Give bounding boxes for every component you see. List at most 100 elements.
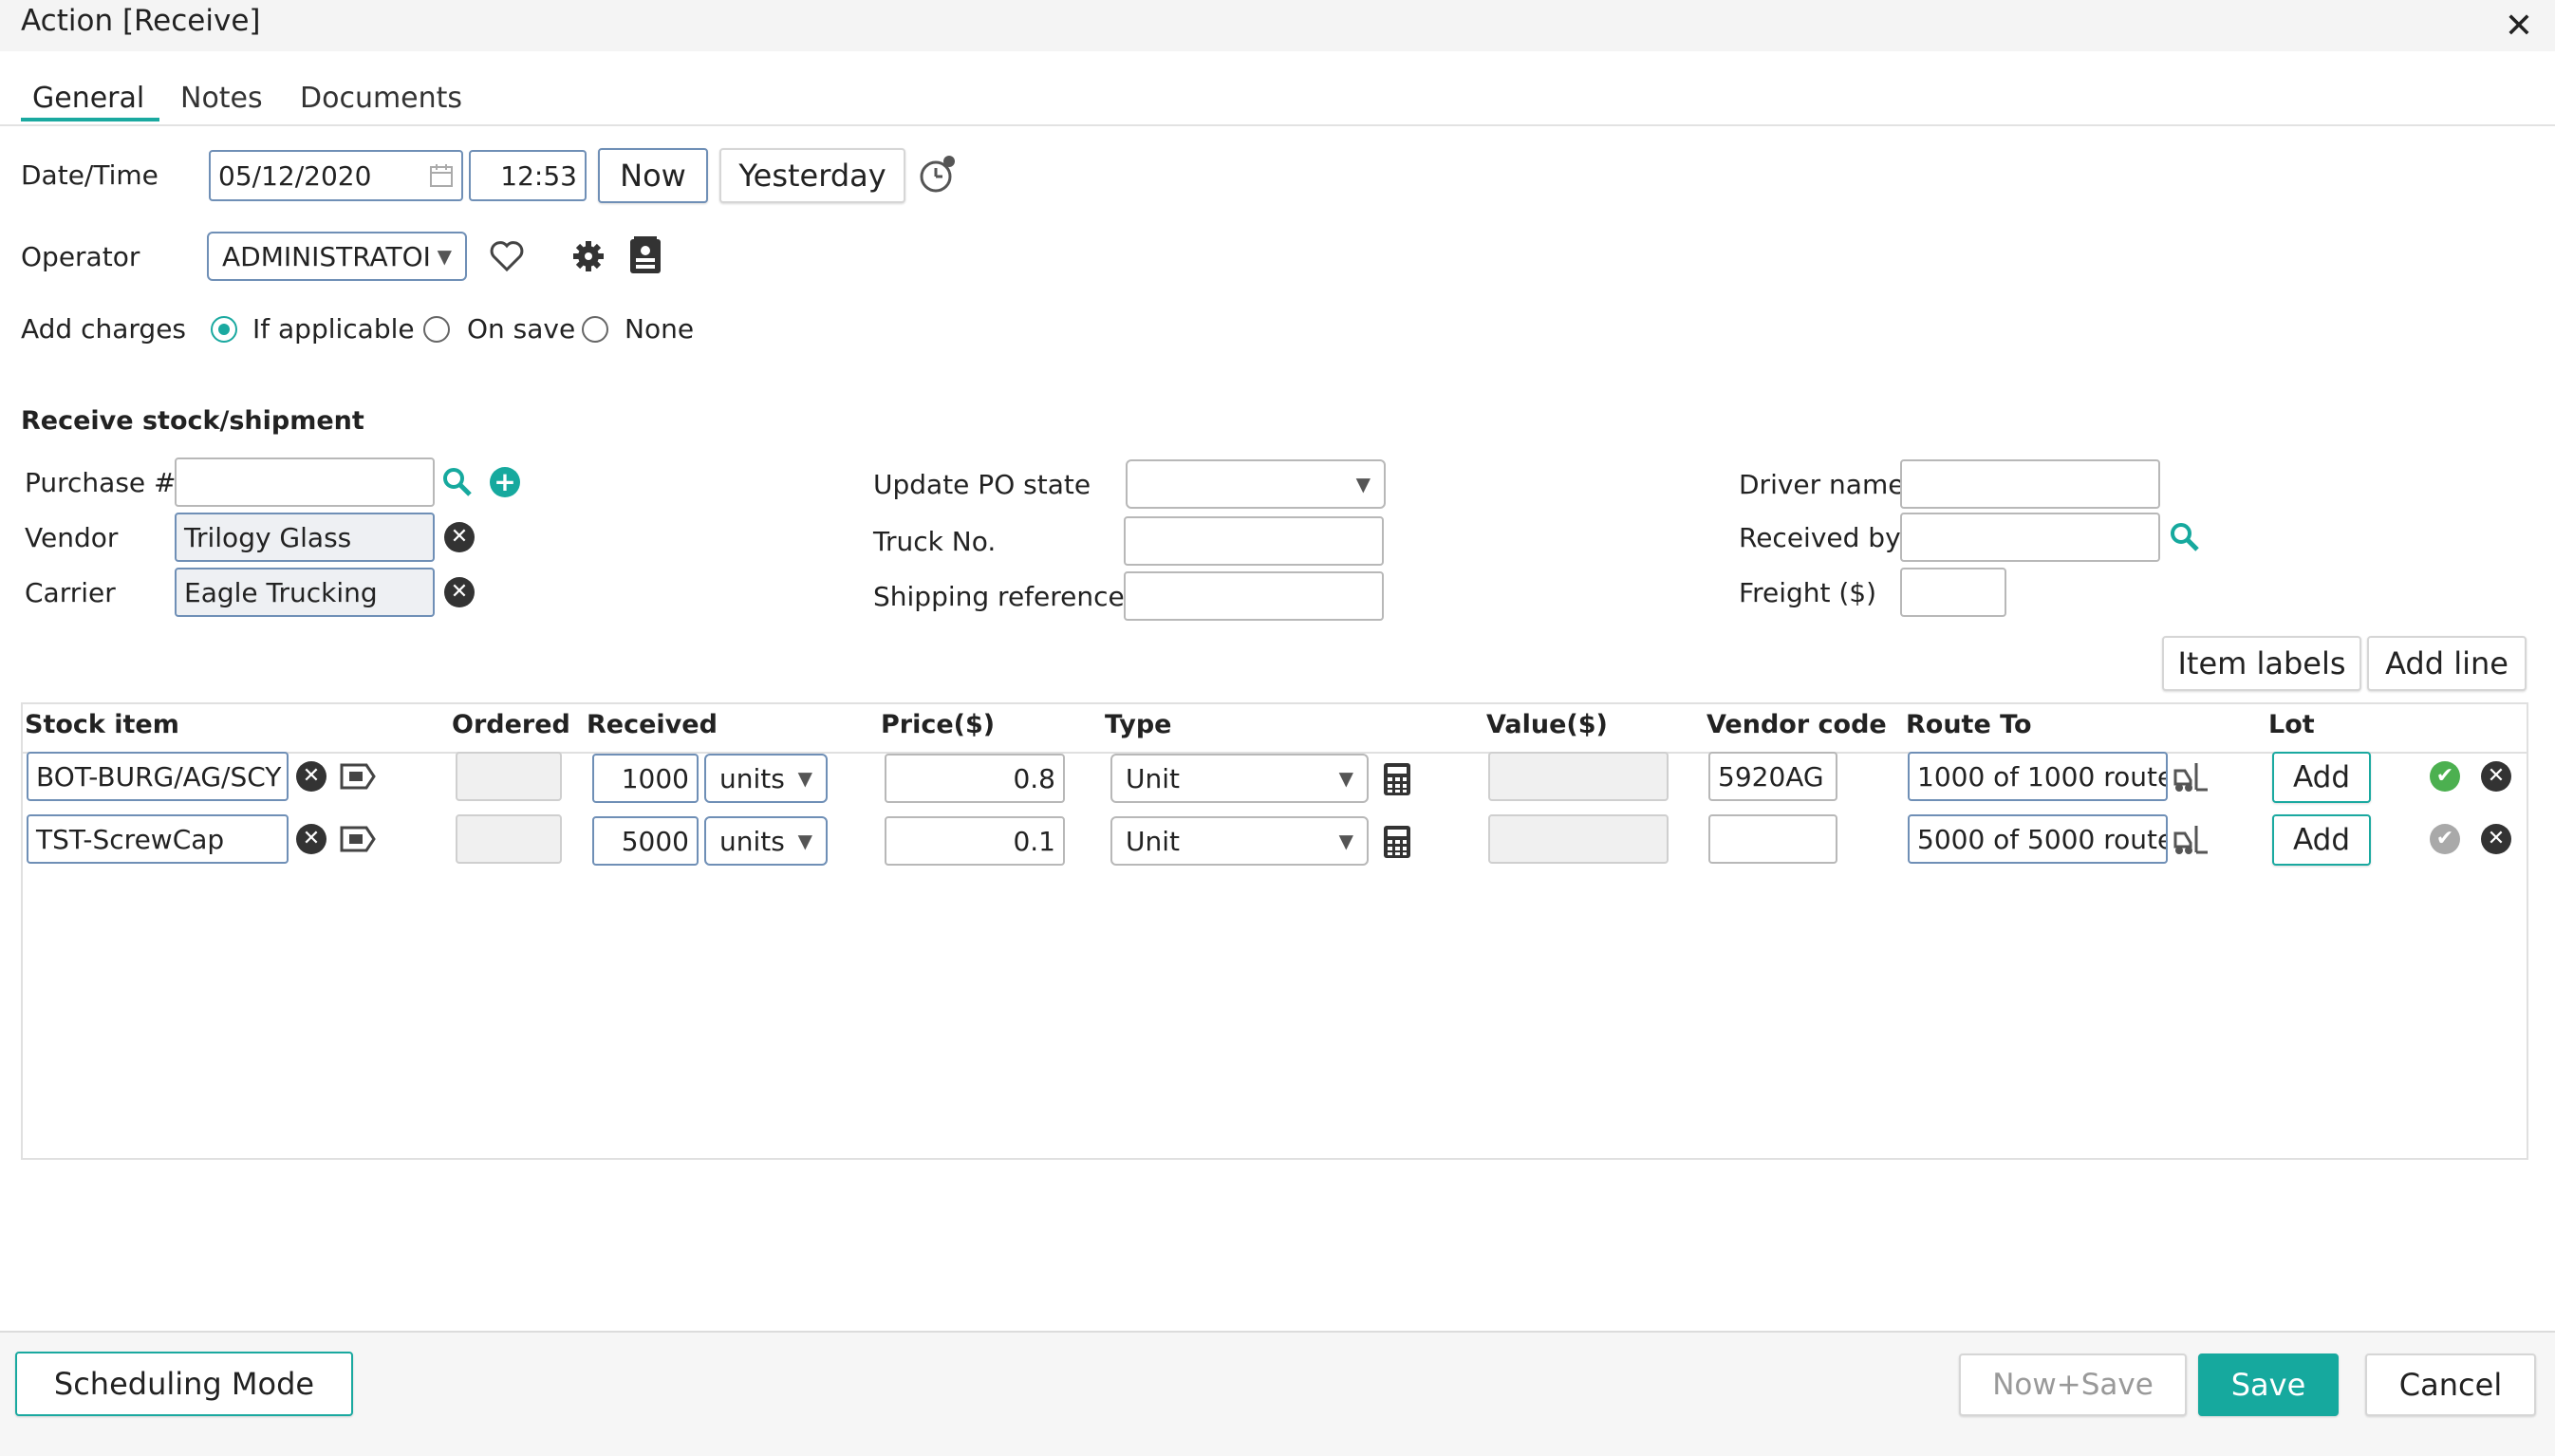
add-line-button[interactable]: Add line: [2367, 636, 2527, 691]
row1-unit-select[interactable]: units ▼: [704, 754, 828, 803]
purchase-input[interactable]: [175, 457, 435, 507]
driver-input[interactable]: [1900, 459, 2160, 509]
col-type: Type: [1105, 710, 1172, 739]
col-stock-item: Stock item: [25, 710, 179, 739]
row2-status-pending-icon: ✔: [2430, 824, 2460, 854]
yesterday-button[interactable]: Yesterday: [719, 148, 905, 203]
row2-label-icon[interactable]: [338, 822, 378, 856]
title-bar: [0, 0, 2555, 51]
col-route-to: Route To: [1906, 710, 2032, 739]
chevron-down-icon: ▼: [1355, 473, 1371, 495]
receivedby-input[interactable]: [1900, 513, 2160, 562]
row2-vendor-code[interactable]: [1708, 814, 1837, 864]
row1-lot-add-button[interactable]: Add: [2272, 752, 2371, 803]
datetime-label: Date/Time: [21, 159, 159, 191]
chevron-down-icon: ▼: [797, 767, 812, 790]
row1-remove-icon[interactable]: ✕: [296, 761, 326, 792]
receivedby-label: Received by: [1739, 522, 1901, 553]
contacts-icon[interactable]: [626, 235, 664, 277]
row1-stock-item[interactable]: BOT-BURG/AG/SCY: [27, 752, 289, 801]
row1-status-ok-icon: ✔: [2430, 761, 2460, 792]
row2-unit-value: units: [719, 825, 785, 857]
col-received: Received: [587, 710, 718, 739]
operator-value: ADMINISTRATOI: [222, 240, 431, 272]
row2-remove-icon[interactable]: ✕: [296, 824, 326, 854]
row2-received[interactable]: 5000: [592, 816, 699, 866]
row1-delete-icon[interactable]: ✕: [2481, 761, 2511, 792]
shipref-label: Shipping reference: [873, 581, 1125, 612]
tab-divider: [0, 124, 2555, 126]
carrier-field[interactable]: Eagle Trucking: [175, 568, 435, 617]
radio-if-applicable-label: If applicable: [252, 313, 415, 345]
calendar-icon[interactable]: [429, 163, 454, 188]
row1-type-select[interactable]: Unit ▼: [1110, 754, 1369, 803]
date-field[interactable]: 05/12/2020: [209, 150, 463, 201]
tab-general[interactable]: General: [32, 82, 144, 115]
tab-notes[interactable]: Notes: [180, 82, 263, 115]
radio-on-save-label: On save: [467, 313, 576, 345]
row2-price[interactable]: 0.1: [885, 816, 1065, 866]
row1-label-icon[interactable]: [338, 759, 378, 793]
vendor-field[interactable]: Trilogy Glass: [175, 513, 435, 562]
row2-lot-add-button[interactable]: Add: [2272, 814, 2371, 866]
radio-on-save[interactable]: [423, 316, 450, 343]
save-button[interactable]: Save: [2198, 1353, 2339, 1416]
col-vendor-code: Vendor code: [1706, 710, 1887, 739]
freight-input[interactable]: [1900, 568, 2006, 617]
row1-value: [1488, 752, 1669, 801]
row2-type-value: Unit: [1126, 825, 1180, 857]
now-button[interactable]: Now: [598, 148, 708, 203]
row1-forklift-icon[interactable]: [2172, 759, 2210, 793]
row1-type-value: Unit: [1126, 762, 1180, 794]
row2-stock-item[interactable]: TST-ScrewCap: [27, 814, 289, 864]
time-field[interactable]: 12:53: [469, 150, 587, 201]
row2-forklift-icon[interactable]: [2172, 822, 2210, 856]
row1-unit-value: units: [719, 762, 785, 794]
row1-vendor-code[interactable]: 5920AG: [1708, 752, 1837, 801]
row2-unit-select[interactable]: units ▼: [704, 816, 828, 866]
clear-vendor-icon[interactable]: ✕: [444, 522, 475, 552]
po-state-label: Update PO state: [873, 469, 1091, 500]
radio-none[interactable]: [582, 316, 608, 343]
col-ordered: Ordered: [452, 710, 570, 739]
row1-received[interactable]: 1000: [592, 754, 699, 803]
section-title: Receive stock/shipment: [21, 406, 364, 436]
row2-route-to[interactable]: 5000 of 5000 routed: [1908, 814, 2168, 864]
search-icon[interactable]: [2168, 520, 2202, 554]
search-icon[interactable]: [440, 465, 475, 499]
col-value: Value($): [1486, 710, 1608, 739]
chevron-down-icon: ▼: [797, 830, 812, 852]
vendor-label: Vendor: [25, 522, 119, 553]
radio-if-applicable[interactable]: [211, 316, 237, 343]
scheduling-mode-button[interactable]: Scheduling Mode: [15, 1352, 353, 1416]
driver-label: Driver name: [1739, 469, 1905, 500]
cancel-button[interactable]: Cancel: [2365, 1353, 2536, 1416]
row2-value: [1488, 814, 1669, 864]
add-purchase-icon[interactable]: +: [490, 467, 520, 497]
operator-select[interactable]: ADMINISTRATOI ▼: [207, 232, 467, 281]
col-price: Price($): [881, 710, 996, 739]
row1-route-to[interactable]: 1000 of 1000 routed: [1908, 752, 2168, 801]
purchase-label: Purchase #: [25, 467, 177, 498]
chevron-down-icon: ▼: [1338, 830, 1353, 852]
shipref-input[interactable]: [1124, 571, 1384, 621]
tab-documents[interactable]: Documents: [300, 82, 462, 115]
row1-calculator-icon[interactable]: [1382, 761, 1412, 797]
row2-delete-icon[interactable]: ✕: [2481, 824, 2511, 854]
row2-calculator-icon[interactable]: [1382, 824, 1412, 860]
col-lot: Lot: [2268, 710, 2315, 739]
po-state-select[interactable]: ▼: [1126, 459, 1386, 509]
radio-none-label: None: [625, 313, 695, 345]
add-charges-label: Add charges: [21, 313, 187, 345]
clear-carrier-icon[interactable]: ✕: [444, 577, 475, 607]
row1-price[interactable]: 0.8: [885, 754, 1065, 803]
truck-input[interactable]: [1124, 516, 1384, 566]
now-save-button[interactable]: Now+Save: [1959, 1353, 2187, 1416]
row2-type-select[interactable]: Unit ▼: [1110, 816, 1369, 866]
clock-history-icon[interactable]: [917, 154, 959, 196]
gear-icon[interactable]: [569, 237, 607, 275]
carrier-label: Carrier: [25, 577, 116, 608]
close-icon[interactable]: ✕: [2500, 8, 2538, 46]
item-labels-button[interactable]: Item labels: [2162, 636, 2361, 691]
favorite-heart-icon[interactable]: [488, 237, 526, 275]
